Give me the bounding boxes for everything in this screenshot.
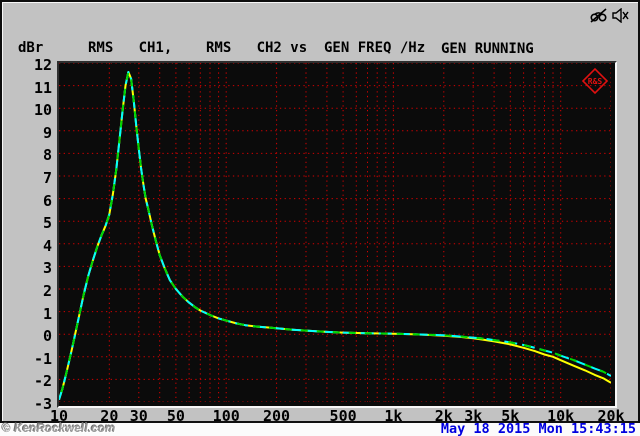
frequency-response-chart <box>59 63 611 402</box>
y-tick-label: 5 <box>42 214 52 233</box>
y-tick-label: 4 <box>42 236 52 255</box>
speaker-muted-icon <box>612 8 629 23</box>
status-icons <box>590 8 629 23</box>
rs-logo-icon: R&S <box>581 67 609 95</box>
plot-area: R&S <box>57 61 617 408</box>
y-tick-label: 10 <box>33 101 52 120</box>
y-tick-label: 3 <box>42 259 52 278</box>
y-tick-label: 8 <box>42 146 52 165</box>
y-tick-label: 0 <box>42 327 52 346</box>
status-line-gen: GEN RUNNING <box>441 41 534 57</box>
y-tick-label: -1 <box>33 349 52 368</box>
footer-strip: © KenRockwell.com May 18 2015 Mon 15:43:… <box>0 421 640 436</box>
y-tick-label: 2 <box>42 282 52 300</box>
y-tick-label: -2 <box>33 372 52 391</box>
y-tick-label: 9 <box>42 123 52 142</box>
y-axis-unit-label: dBr <box>18 40 44 56</box>
y-tick-label: 12 <box>33 56 52 74</box>
rs-logo-text: R&S <box>588 77 603 86</box>
y-tick-label: 7 <box>42 169 52 187</box>
y-tick-label: 11 <box>33 78 52 97</box>
mouse-off-icon <box>590 8 607 23</box>
y-tick-label: 6 <box>42 191 52 210</box>
watermark: © KenRockwell.com <box>2 423 116 435</box>
analyzer-screenshot: GEN RUNNING ANL 1:TERM 2:TERM SWP TERMIN… <box>0 0 640 436</box>
instrument-screen: GEN RUNNING ANL 1:TERM 2:TERM SWP TERMIN… <box>2 2 638 425</box>
datetime-label: May 18 2015 Mon 15:43:15 <box>440 421 636 436</box>
y-tick-label: 1 <box>42 304 52 323</box>
trace-title: RMS CH1, RMS CH2 vs GEN FREQ /Hz <box>88 40 426 56</box>
